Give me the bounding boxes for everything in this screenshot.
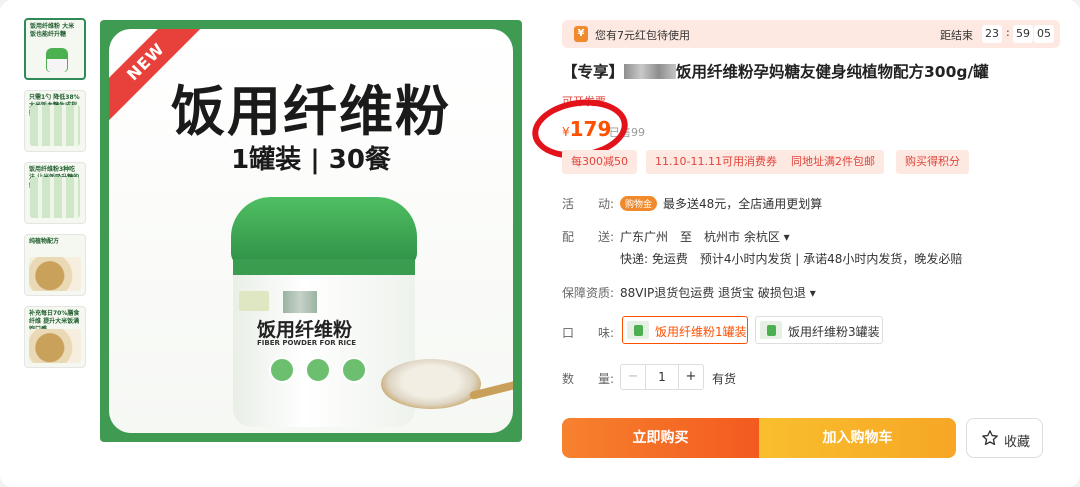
quantity-stepper: − 1 + [620, 364, 704, 390]
stock-status: 有货 [712, 372, 737, 386]
quantity-label: 数 量: [562, 372, 615, 386]
countdown-label: 距结束 [940, 29, 973, 42]
flavor-option-2[interactable]: 饭用纤维粉3罐装 [755, 316, 883, 344]
blurred-brand [624, 64, 677, 79]
jar-label-en: FIBER POWDER FOR RICE [257, 339, 357, 347]
activity-desc: 最多送48元，全店通用更划算 [663, 197, 823, 211]
jar-tag [239, 291, 269, 311]
powder-spoon [381, 359, 481, 409]
option-label: 饭用纤维粉3罐装 [788, 325, 880, 339]
badge-icon [269, 357, 295, 383]
thumbnail-caption: 饭用纤维粉 大米饭也能纤升糖 [30, 23, 75, 38]
coupon-tag[interactable]: 每300减50 [562, 150, 637, 174]
countdown-minutes: 59 [1013, 25, 1033, 43]
countdown-seconds: 05 [1034, 25, 1054, 43]
decrease-button[interactable]: − [621, 365, 645, 389]
activity-label: 活 动: [562, 197, 615, 211]
title-prefix: 【专享】 [562, 63, 625, 81]
guarantee-label: 保障资质: [562, 286, 615, 300]
coupon-tag[interactable]: 11.10-11.11可用消费券 [646, 150, 786, 174]
coupon-tag[interactable]: 同地址满2件包邮 [782, 150, 884, 174]
countdown-hours: 23 [982, 25, 1002, 43]
option-thumb-icon [627, 321, 649, 339]
jar-label: 饭用纤维粉 [257, 319, 353, 341]
coupon-tag[interactable]: 购买得积分 [896, 150, 969, 174]
red-packet-text: 您有7元红包待使用 [595, 29, 690, 42]
food-image [30, 177, 80, 218]
badge-icon [305, 357, 331, 383]
red-packet-bar[interactable]: ¥ 您有7元红包待使用 距结束 23 : 59 : 05 [562, 20, 1060, 48]
add-to-cart-button[interactable]: 加入购物车 [759, 418, 956, 458]
buy-now-button[interactable]: 立即购买 [562, 418, 759, 458]
jar-band [233, 259, 415, 275]
increase-button[interactable]: + [679, 365, 703, 389]
thumbnail-5[interactable]: 补充每日70%膳食纤维 提升大米饭满饱口感 [24, 306, 86, 368]
thumbnail-2[interactable]: 只需1勺 降低38% 大米饭血糖生成指数 [24, 90, 86, 152]
thumbnail-3[interactable]: 饭用纤维粉3种吃法 让米饭吸升糖的好搭档 [24, 162, 86, 224]
rice-image [29, 329, 81, 363]
title-suffix: 饭用纤维粉孕妈糖友健身纯植物配方300g/罐 [676, 63, 989, 81]
thumbnail-1[interactable]: 饭用纤维粉 大米饭也能纤升糖 [24, 18, 86, 80]
delivery-route[interactable]: 广东广州 至 杭州市 余杭区 ▾ [620, 228, 790, 245]
flavor-label: 口 味: [562, 326, 615, 340]
image-subtitle: 1罐装 | 30餐 [231, 145, 391, 175]
thumbnail-4[interactable]: 纯植物配方 [24, 234, 86, 296]
countdown-sep: : [1006, 26, 1010, 39]
chart-image [30, 105, 80, 146]
quantity-input[interactable]: 1 [645, 365, 679, 389]
main-product-image: NEW 饭用纤维粉 1罐装 | 30餐 饭用纤维粉 FIBER POWDER F… [100, 20, 522, 442]
option-thumb-icon [760, 321, 782, 339]
blurred-logo [283, 291, 317, 313]
star-icon [982, 430, 998, 446]
grain-image [29, 257, 81, 291]
badge-icon [341, 357, 367, 383]
favorite-label: 收藏 [1004, 435, 1031, 450]
delivery-label: 配 送: [562, 230, 615, 244]
product-title: 【专享】 饭用纤维粉孕妈糖友健身纯植物配方300g/罐 [562, 60, 989, 82]
product-card: 饭用纤维粉 大米饭也能纤升糖 只需1勺 降低38% 大米饭血糖生成指数 饭用纤维… [0, 0, 1080, 487]
activity-text: 购物金 最多送48元，全店通用更划算 [620, 195, 822, 212]
shopping-gold-badge: 购物金 [620, 196, 658, 211]
image-title: 饭用纤维粉 [171, 80, 451, 143]
thumbnail-caption: 纯植物配方 [29, 238, 60, 245]
option-label: 饭用纤维粉1罐装 [655, 325, 747, 339]
jar-lid [231, 197, 417, 267]
delivery-detail: 快递: 免运费 预计4小时内发货 | 承诺48小时内发货，晚发必赔 [620, 252, 963, 266]
guarantee-text[interactable]: 88VIP退货包运费 退货宝 破损包退 ▾ [620, 284, 816, 301]
main-image-inner: NEW 饭用纤维粉 1罐装 | 30餐 饭用纤维粉 FIBER POWDER F… [109, 29, 513, 433]
flavor-option-1[interactable]: 饭用纤维粉1罐装 [622, 316, 748, 344]
favorite-button[interactable]: 收藏 [966, 418, 1043, 458]
jar-icon [46, 48, 68, 72]
red-packet-icon: ¥ [574, 26, 588, 42]
thumbnail-list: 饭用纤维粉 大米饭也能纤升糖 只需1勺 降低38% 大米饭血糖生成指数 饭用纤维… [24, 18, 86, 378]
